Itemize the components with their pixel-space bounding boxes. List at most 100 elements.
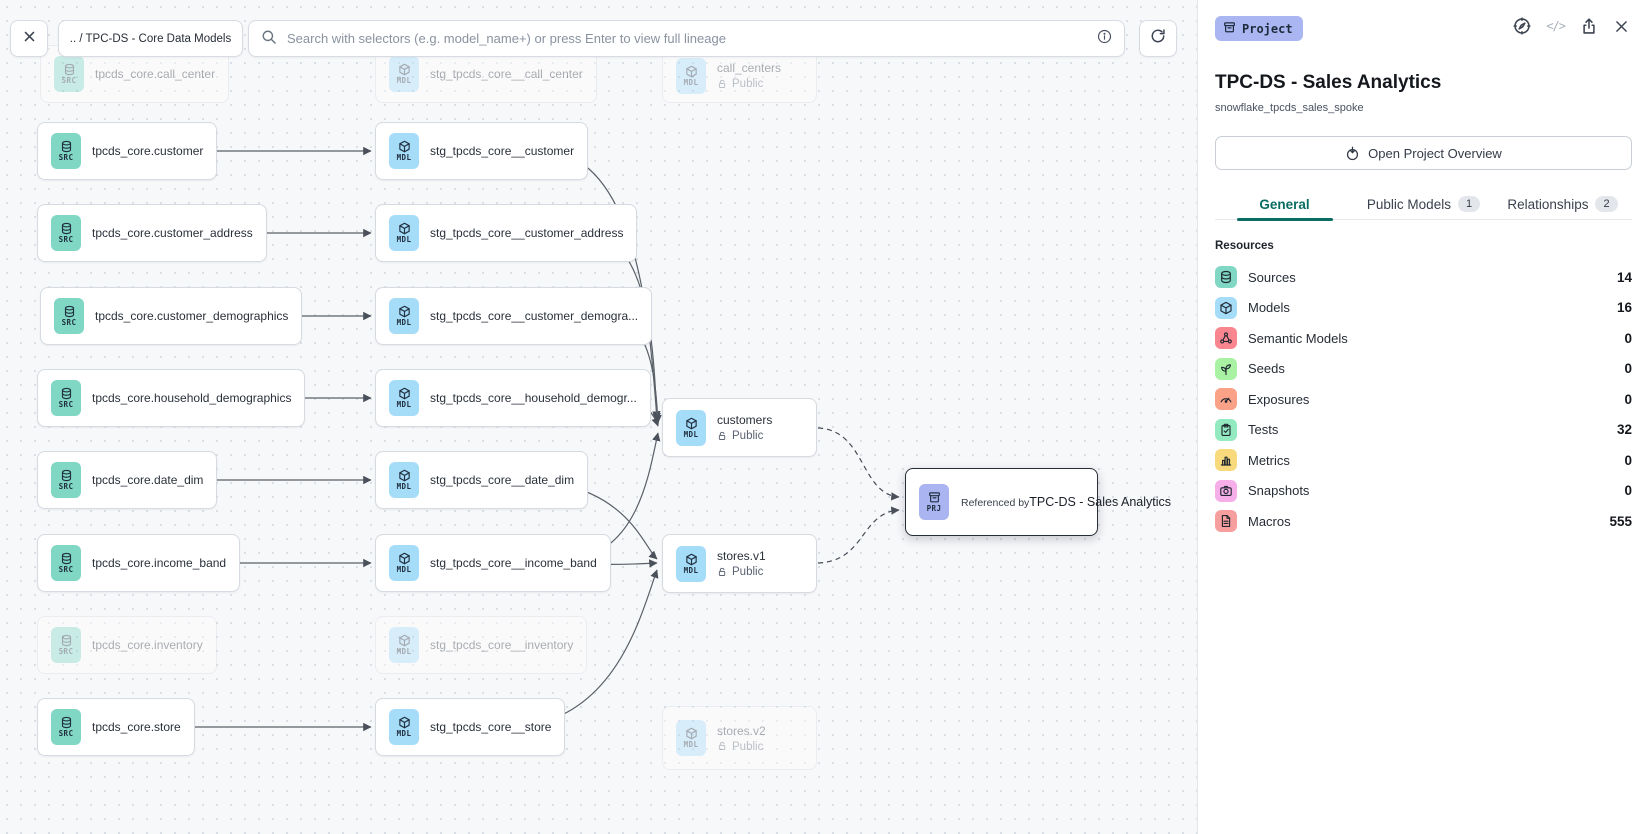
lock-open-icon xyxy=(717,79,728,90)
src-badge-icon: SRC xyxy=(51,709,81,745)
resource-label: Tests xyxy=(1248,422,1278,437)
lineage-node[interactable]: SRC tpcds_core.customer_demographics xyxy=(40,287,302,345)
open-project-overview-button[interactable]: Open Project Overview xyxy=(1215,136,1632,170)
gauge-icon xyxy=(1215,388,1237,410)
project-badge: Project xyxy=(1215,16,1303,41)
resource-count: 0 xyxy=(1624,331,1632,346)
lineage-node[interactable]: SRC tpcds_core.store xyxy=(37,698,195,756)
resource-count: 32 xyxy=(1617,422,1632,437)
lineage-canvas[interactable]: SRCtpcds_core.call_centerSRCtpcds_core.c… xyxy=(0,0,1197,834)
node-label: stg_tpcds_core__call_center xyxy=(430,67,583,81)
lineage-node[interactable]: MDLcustomersPublic xyxy=(662,398,817,457)
refresh-icon xyxy=(1150,28,1166,49)
share-icon[interactable] xyxy=(1580,17,1598,35)
node-label: tpcds_core.household_demographics xyxy=(92,391,291,405)
lineage-node[interactable]: MDLstg_tpcds_core__inventory xyxy=(375,616,587,674)
search-input[interactable] xyxy=(285,30,1088,47)
project-schema-subtitle: snowflake_tpcds_sales_spoke xyxy=(1215,102,1364,114)
resource-row: Macros555 xyxy=(1215,506,1632,537)
mdl-badge-icon: MDL xyxy=(389,215,419,251)
tab-public-models[interactable]: Public Models1 xyxy=(1354,189,1493,219)
lineage-node[interactable]: MDLstg_tpcds_core__household_demogr... xyxy=(375,369,651,427)
src-badge-icon: SRC xyxy=(51,627,81,663)
resource-row: Exposures0 xyxy=(1215,384,1632,415)
resource-label: Macros xyxy=(1248,514,1291,529)
lock-open-icon xyxy=(717,567,728,578)
mdl-badge-icon: MDL xyxy=(389,627,419,663)
file-text-icon xyxy=(1215,510,1237,532)
tab-relationships[interactable]: Relationships2 xyxy=(1493,189,1632,219)
public-visibility-label: Public xyxy=(717,566,766,578)
node-label: stores.v1 xyxy=(717,549,766,563)
referenced-by-project-node[interactable]: PRJReferenced byTPC-DS - Sales Analytics xyxy=(905,468,1098,536)
src-badge-icon: SRC xyxy=(51,380,81,416)
resource-row: Tests 32 xyxy=(1215,415,1632,446)
refresh-button[interactable] xyxy=(1139,20,1177,57)
resource-count: 16 xyxy=(1617,300,1632,315)
lineage-node[interactable]: MDLstg_tpcds_core__income_band xyxy=(375,534,611,592)
node-label: stg_tpcds_core__income_band xyxy=(430,556,597,570)
resource-row: Models 16 xyxy=(1215,293,1632,324)
explore-lineage-icon[interactable] xyxy=(1513,17,1531,35)
lineage-node[interactable]: SRCtpcds_core.inventory xyxy=(37,616,217,674)
node-label: tpcds_core.customer_demographics xyxy=(95,309,288,323)
node-label: customers xyxy=(717,413,772,427)
close-icon xyxy=(22,29,37,49)
search-icon xyxy=(261,29,276,49)
project-panel: Project </> TPC-DS - Sales Analytics sno… xyxy=(1197,0,1648,834)
tab-label: Relationships xyxy=(1507,197,1588,212)
lineage-node[interactable]: MDLstg_tpcds_core__customer xyxy=(375,122,588,180)
mdl-badge-icon: MDL xyxy=(676,410,706,446)
lineage-node[interactable]: SRCtpcds_core.customer_address xyxy=(37,204,267,262)
mdl-badge-icon: MDL xyxy=(389,462,419,498)
lineage-node[interactable]: MDL stg_tpcds_core__customer_address xyxy=(375,204,637,262)
node-label: call_centers xyxy=(717,61,781,75)
node-label: tpcds_core.customer_address xyxy=(92,226,253,240)
resource-count: 0 xyxy=(1624,453,1632,468)
resource-label: Metrics xyxy=(1248,453,1290,468)
cube-icon xyxy=(1215,297,1237,319)
lineage-node[interactable]: MDLstores.v2Public xyxy=(662,706,817,770)
panel-tabs: GeneralPublic Models1Relationships2 xyxy=(1215,189,1632,220)
lineage-node[interactable]: MDLstg_tpcds_core__store xyxy=(375,698,565,756)
info-icon[interactable] xyxy=(1097,29,1112,49)
node-label: stg_tpcds_core__customer_address xyxy=(430,226,623,240)
resource-row: Metrics 0 xyxy=(1215,445,1632,476)
src-badge-icon: SRC xyxy=(51,462,81,498)
node-label: tpcds_core.store xyxy=(92,720,181,734)
tab-general[interactable]: General xyxy=(1215,189,1354,219)
node-label: stg_tpcds_core__household_demogr... xyxy=(430,391,637,405)
lineage-node[interactable]: SRCtpcds_core.date_dim xyxy=(37,451,217,509)
lineage-node[interactable]: SRCtpcds_core.income_band xyxy=(37,534,240,592)
resource-label: Models xyxy=(1248,300,1290,315)
lineage-node[interactable]: MDLstg_tpcds_core__date_dim xyxy=(375,451,588,509)
breadcrumb[interactable]: .. / TPC-DS - Core Data Models xyxy=(58,20,243,57)
prj-badge-icon: PRJ xyxy=(919,484,949,520)
src-badge-icon: SRC xyxy=(54,298,84,334)
close-icon[interactable] xyxy=(1613,18,1630,35)
archive-icon xyxy=(1223,21,1236,37)
lineage-close-button[interactable] xyxy=(10,20,48,57)
node-label: tpcds_core.call_center xyxy=(95,67,215,81)
lineage-node[interactable]: MDL stores.v1 Public xyxy=(662,534,817,593)
lineage-node[interactable]: MDLstg_tpcds_core__customer_demogra... xyxy=(375,287,652,345)
database-icon xyxy=(1215,266,1237,288)
resource-row: Snapshots0 xyxy=(1215,476,1632,507)
code-icon[interactable]: </> xyxy=(1546,19,1565,33)
mdl-badge-icon: MDL xyxy=(389,133,419,169)
lock-open-icon xyxy=(717,431,728,442)
overview-icon xyxy=(1345,146,1360,161)
resource-label: Semantic Models xyxy=(1248,331,1348,346)
public-visibility-label: Public xyxy=(717,78,781,90)
resource-row: Sources14 xyxy=(1215,262,1632,293)
mdl-badge-icon: MDL xyxy=(389,298,419,334)
lineage-node[interactable]: SRC tpcds_core.household_demographics xyxy=(37,369,305,427)
mdl-badge-icon: MDL xyxy=(676,546,706,582)
camera-icon xyxy=(1215,480,1237,502)
referenced-project-name: TPC-DS - Sales Analytics xyxy=(1029,495,1171,509)
lineage-node[interactable]: SRCtpcds_core.customer xyxy=(37,122,217,180)
mdl-badge-icon: MDL xyxy=(676,720,706,756)
page-title: TPC-DS - Sales Analytics xyxy=(1215,72,1441,94)
open-project-overview-label: Open Project Overview xyxy=(1368,146,1502,161)
clipboard-check-icon xyxy=(1215,419,1237,441)
